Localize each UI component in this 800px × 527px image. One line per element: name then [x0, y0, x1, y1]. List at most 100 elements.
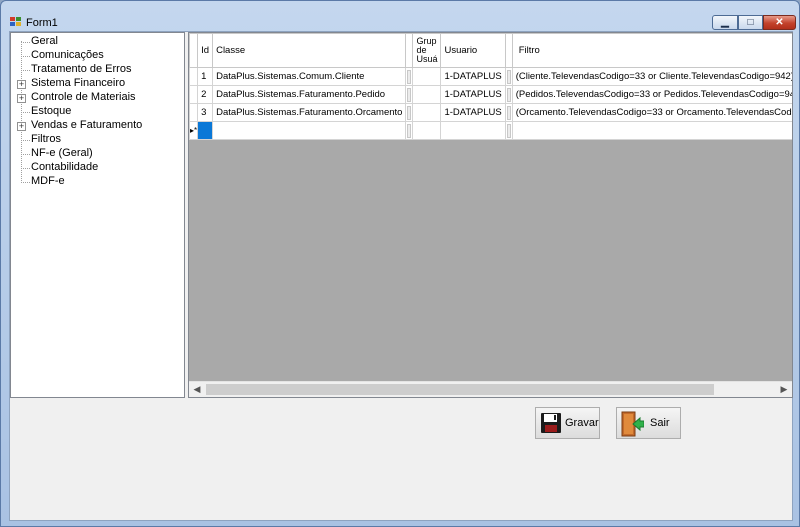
tree-item-filtros[interactable]: Filtros	[13, 133, 183, 147]
column-header-classe[interactable]: Classe	[212, 33, 407, 68]
tree-item-geral[interactable]: Geral	[13, 35, 183, 49]
scroll-thumb[interactable]	[206, 384, 714, 395]
column-header-blank-2[interactable]	[504, 33, 513, 68]
cell-classe[interactable]: DataPlus.Sistemas.Faturamento.Orcamento	[212, 103, 407, 122]
grid-button-cell[interactable]	[504, 121, 513, 140]
cell-button[interactable]	[407, 105, 412, 120]
cell-classe[interactable]	[212, 121, 407, 140]
settings-tree[interactable]: Geral Comunicações Tratamento de Erros + Sis…	[10, 32, 185, 398]
row-header[interactable]	[189, 103, 199, 122]
title-bar[interactable]: Form1 ▁ □ ✕	[1, 1, 799, 31]
tree-item-controle-de-materiais[interactable]: + Controle de Materiais	[13, 91, 183, 105]
gravar-label: Gravar	[565, 417, 599, 429]
maximize-icon: □	[747, 17, 754, 28]
tree-item-label: Estoque	[31, 105, 72, 117]
grid-button-cell[interactable]	[504, 67, 513, 86]
tree-item-nf-e-geral[interactable]: NF-e (Geral)	[13, 147, 183, 161]
minimize-icon: ▁	[721, 17, 729, 28]
tree-item-sistema-financeiro[interactable]: + Sistema Financeiro	[13, 77, 183, 91]
cell-button[interactable]	[407, 123, 412, 138]
expand-icon[interactable]: +	[17, 122, 26, 131]
window-title: Form1	[26, 17, 58, 29]
tree-item-label: Comunicações	[31, 49, 104, 61]
main-window: Form1 ▁ □ ✕ Geral Comunicações Tratamento …	[0, 0, 800, 527]
column-header-filtro[interactable]: Filtro	[511, 33, 792, 68]
cell-grupo[interactable]	[412, 103, 442, 122]
grid-button-cell[interactable]	[504, 103, 513, 122]
tree-item-label: Filtros	[31, 133, 61, 145]
grid-table: Id Classe Grup de Usuá Usuario Filtro 1 …	[189, 33, 792, 140]
form-client-area: Geral Comunicações Tratamento de Erros + Sis…	[9, 31, 793, 521]
column-header-usuario[interactable]: Usuario	[440, 33, 506, 68]
tree-item-tratamento-de-erros[interactable]: Tratamento de Erros	[13, 63, 183, 77]
cell-grupo[interactable]	[412, 121, 442, 140]
cell-button[interactable]	[506, 87, 511, 102]
row-header[interactable]	[189, 67, 199, 86]
column-header-id[interactable]: Id	[197, 33, 214, 68]
tree-item-label: Sistema Financeiro	[31, 77, 126, 89]
tree-item-label: Tratamento de Erros	[31, 63, 132, 75]
cell-id[interactable]	[197, 121, 214, 140]
column-header-grupo[interactable]: Grup de Usuá	[412, 33, 442, 68]
tree-item-label: MDF-e	[31, 175, 65, 187]
filters-grid[interactable]: Id Classe Grup de Usuá Usuario Filtro 1 …	[188, 32, 793, 398]
cell-button[interactable]	[407, 69, 412, 84]
cell-button[interactable]	[407, 87, 412, 102]
grid-button-cell[interactable]	[405, 121, 414, 140]
new-row-header[interactable]: ▸*	[189, 121, 199, 140]
maximize-button[interactable]: □	[738, 15, 763, 30]
cell-filtro[interactable]: (Cliente.TelevendasCodigo=33 or Cliente.…	[511, 67, 792, 86]
cell-classe[interactable]: DataPlus.Sistemas.Faturamento.Pedido	[212, 85, 407, 104]
table-row[interactable]: 3 DataPlus.Sistemas.Faturamento.Orcamento…	[189, 103, 792, 122]
cell-button[interactable]	[506, 69, 511, 84]
cell-grupo[interactable]	[412, 67, 442, 86]
expand-icon[interactable]: +	[17, 94, 26, 103]
tree-item-vendas-e-faturamento[interactable]: + Vendas e Faturamento	[13, 119, 183, 133]
cell-usuario[interactable]: 1-DATAPLUS	[440, 85, 506, 104]
horizontal-scrollbar[interactable]: ◀ ▶	[189, 381, 792, 397]
expand-icon[interactable]: +	[17, 80, 26, 89]
grid-button-cell[interactable]	[405, 85, 414, 104]
cell-filtro[interactable]	[511, 121, 792, 140]
exit-door-icon	[621, 411, 644, 437]
cell-usuario[interactable]: 1-DATAPLUS	[440, 103, 506, 122]
cell-button[interactable]	[506, 105, 511, 120]
table-row[interactable]: 2 DataPlus.Sistemas.Faturamento.Pedido 1-D…	[189, 85, 792, 104]
close-button[interactable]: ✕	[763, 15, 796, 30]
grupo-header-line-3: Usuá	[416, 54, 438, 64]
tree-branch-line	[21, 140, 30, 141]
grid-button-cell[interactable]	[405, 67, 414, 86]
cell-id[interactable]: 3	[197, 103, 214, 122]
tree-item-label: NF-e (Geral)	[31, 147, 93, 159]
tree-branch-line	[21, 42, 30, 43]
tree-item-label: Controle de Materiais	[31, 91, 136, 103]
cell-filtro[interactable]: (Orcamento.TelevendasCodigo=33 or Orcame…	[511, 103, 792, 122]
sair-button[interactable]: Sair	[616, 407, 681, 439]
grid-button-cell[interactable]	[504, 85, 513, 104]
floppy-disk-icon	[541, 413, 561, 433]
cell-id[interactable]: 2	[197, 85, 214, 104]
minimize-button[interactable]: ▁	[712, 15, 738, 30]
row-header-corner	[189, 33, 199, 68]
cell-filtro[interactable]: (Pedidos.TelevendasCodigo=33 or Pedidos.…	[511, 85, 792, 104]
tree-item-mdf-e[interactable]: MDF-e	[13, 175, 183, 189]
tree-item-comunica-es[interactable]: Comunicações	[13, 49, 183, 63]
scroll-right-icon[interactable]: ▶	[776, 382, 792, 397]
new-row[interactable]: ▸*	[189, 121, 792, 140]
close-icon: ✕	[775, 17, 784, 28]
grid-button-cell[interactable]	[405, 103, 414, 122]
tree-item-contabilidade[interactable]: Contabilidade	[13, 161, 183, 175]
cell-usuario[interactable]: 1-DATAPLUS	[440, 67, 506, 86]
cell-id[interactable]: 1	[197, 67, 214, 86]
cell-usuario[interactable]	[440, 121, 506, 140]
row-header[interactable]	[189, 85, 199, 104]
sair-label: Sair	[650, 417, 670, 429]
column-header-blank-1[interactable]	[405, 33, 414, 68]
gravar-button[interactable]: Gravar	[535, 407, 600, 439]
cell-grupo[interactable]	[412, 85, 442, 104]
scroll-left-icon[interactable]: ◀	[189, 382, 205, 397]
cell-classe[interactable]: DataPlus.Sistemas.Comum.Cliente	[212, 67, 407, 86]
table-row[interactable]: 1 DataPlus.Sistemas.Comum.Cliente 1-DATAPL…	[189, 67, 792, 86]
tree-item-estoque[interactable]: Estoque	[13, 105, 183, 119]
cell-button[interactable]	[506, 123, 511, 138]
